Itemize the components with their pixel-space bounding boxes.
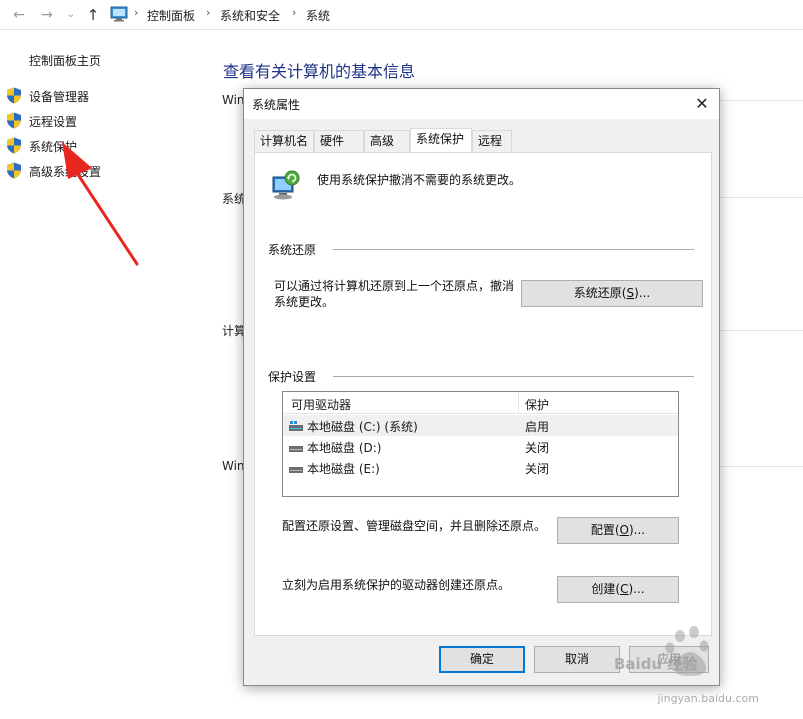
button-label: 系统还原( — [573, 286, 627, 300]
system-properties-dialog: 系统属性 ✕ 计算机名 硬件 高级 系统保护 远程 使用系统保护撤消不需要的系统… — [243, 88, 720, 686]
watermark-brand-text: Baidu 经验 — [614, 655, 698, 673]
drive-name: 本地磁盘 (E:) — [307, 462, 380, 476]
nav-item-label: 远程设置 — [29, 115, 78, 129]
protection-settings-group-label: 保护设置 — [268, 370, 317, 384]
nav-item-label: 设备管理器 — [29, 90, 90, 104]
drive-icon — [289, 446, 303, 452]
section-divider — [720, 466, 803, 467]
drive-row-e[interactable]: 本地磁盘 (E:) 关闭 — [283, 457, 678, 478]
nav-item-label: 高级系统设置 — [29, 165, 102, 179]
configure-button[interactable]: 配置(O)... — [557, 517, 679, 544]
uac-shield-icon — [7, 87, 21, 104]
windows-edition-heading: Win — [222, 93, 245, 107]
uac-shield-icon — [7, 162, 21, 179]
system-protection-icon — [272, 170, 300, 200]
up-arrow-icon[interactable]: ↑ — [84, 6, 102, 24]
protection-state: 启用 — [525, 420, 550, 434]
list-header: 可用驱动器 保护 — [283, 392, 678, 414]
control-panel-icon — [110, 6, 128, 22]
drive-icon — [289, 467, 303, 473]
column-separator — [518, 392, 519, 414]
section-divider — [720, 197, 803, 198]
section-divider — [720, 100, 803, 101]
section-divider — [720, 330, 803, 331]
dialog-title: 系统属性 — [252, 98, 301, 112]
protection-state: 关闭 — [525, 462, 550, 476]
dialog-titlebar[interactable]: 系统属性 ✕ — [244, 89, 719, 119]
drive-name: 本地磁盘 (C:) (系统) — [307, 420, 418, 434]
group-divider — [333, 249, 694, 250]
breadcrumb-control-panel[interactable]: 控制面板 — [147, 7, 195, 24]
breadcrumb-system[interactable]: 系统 — [306, 7, 330, 24]
column-header-drives[interactable]: 可用驱动器 — [291, 396, 351, 413]
drive-name: 本地磁盘 (D:) — [307, 441, 382, 455]
uac-shield-icon — [7, 137, 21, 154]
system-restore-group-label: 系统还原 — [268, 243, 317, 257]
restore-description-line2: 系统更改。 — [274, 295, 335, 309]
tab-system-protection[interactable]: 系统保护 — [410, 128, 472, 152]
recent-chevron-down-icon[interactable]: ⌄ — [62, 6, 80, 24]
drives-list[interactable]: 可用驱动器 保护 本地磁盘 (C:) (系统) 启用 本地磁盘 (D:) 关闭 … — [282, 391, 679, 497]
breadcrumb-system-security[interactable]: 系统和安全 — [220, 7, 280, 24]
drive-row-c[interactable]: 本地磁盘 (C:) (系统) 启用 — [283, 415, 678, 436]
breadcrumb-separator-icon: › — [206, 6, 211, 19]
access-key: S — [626, 286, 635, 300]
system-drive-icon — [289, 421, 303, 431]
cancel-button[interactable]: 取消 — [534, 646, 620, 673]
system-restore-button[interactable]: 系统还原(S)... — [521, 280, 703, 307]
tab-hardware[interactable]: 硬件 — [314, 130, 364, 152]
forward-arrow-icon[interactable]: → — [38, 6, 56, 24]
button-label-tail: )... — [629, 523, 646, 537]
address-bar: ← → ⌄ ↑ › 控制面板 › 系统和安全 › 系统 — [0, 0, 803, 30]
nav-advanced-system-settings[interactable]: 高级系统设置 — [6, 162, 206, 180]
tab-remote[interactable]: 远程 — [472, 130, 512, 152]
nav-item-label: 系统保护 — [29, 140, 78, 154]
button-label-tail: )... — [634, 286, 651, 300]
nav-system-protection[interactable]: 系统保护 — [6, 137, 206, 155]
protection-description: 使用系统保护撤消不需要的系统更改。 — [317, 173, 522, 187]
breadcrumb-separator-icon: › — [292, 6, 297, 19]
restore-description-line1: 可以通过将计算机还原到上一个还原点，撤消 — [274, 279, 515, 293]
back-arrow-icon[interactable]: ← — [10, 6, 28, 24]
nav-remote-settings[interactable]: 远程设置 — [6, 112, 206, 130]
button-label: 创建( — [591, 582, 621, 596]
drive-row-d[interactable]: 本地磁盘 (D:) 关闭 — [283, 436, 678, 457]
protection-state: 关闭 — [525, 441, 550, 455]
control-panel-home-link[interactable]: 控制面板主页 — [29, 52, 101, 69]
watermark-url: jingyan.baidu.com — [657, 692, 759, 705]
tab-advanced[interactable]: 高级 — [364, 130, 410, 152]
create-description: 立刻为启用系统保护的驱动器创建还原点。 — [282, 578, 511, 592]
ok-button[interactable]: 确定 — [439, 646, 525, 673]
column-header-protection[interactable]: 保护 — [525, 396, 549, 413]
breadcrumb-separator-icon: › — [134, 6, 139, 19]
button-label: 配置( — [590, 523, 620, 537]
access-key: O — [619, 523, 629, 537]
close-icon[interactable]: ✕ — [691, 93, 713, 115]
configure-description: 配置还原设置、管理磁盘空间，并且删除还原点。 — [282, 519, 547, 533]
button-label-tail: )... — [628, 582, 645, 596]
uac-shield-icon — [7, 112, 21, 129]
group-divider — [333, 376, 694, 377]
system-protection-panel: 使用系统保护撤消不需要的系统更改。 系统还原 可以通过将计算机还原到上一个还原点… — [254, 152, 712, 636]
tab-computer-name[interactable]: 计算机名 — [254, 130, 314, 152]
create-button[interactable]: 创建(C)... — [557, 576, 679, 603]
page-title: 查看有关计算机的基本信息 — [223, 62, 416, 81]
nav-device-manager[interactable]: 设备管理器 — [6, 87, 206, 105]
windows-activation-heading: Win — [222, 459, 245, 473]
